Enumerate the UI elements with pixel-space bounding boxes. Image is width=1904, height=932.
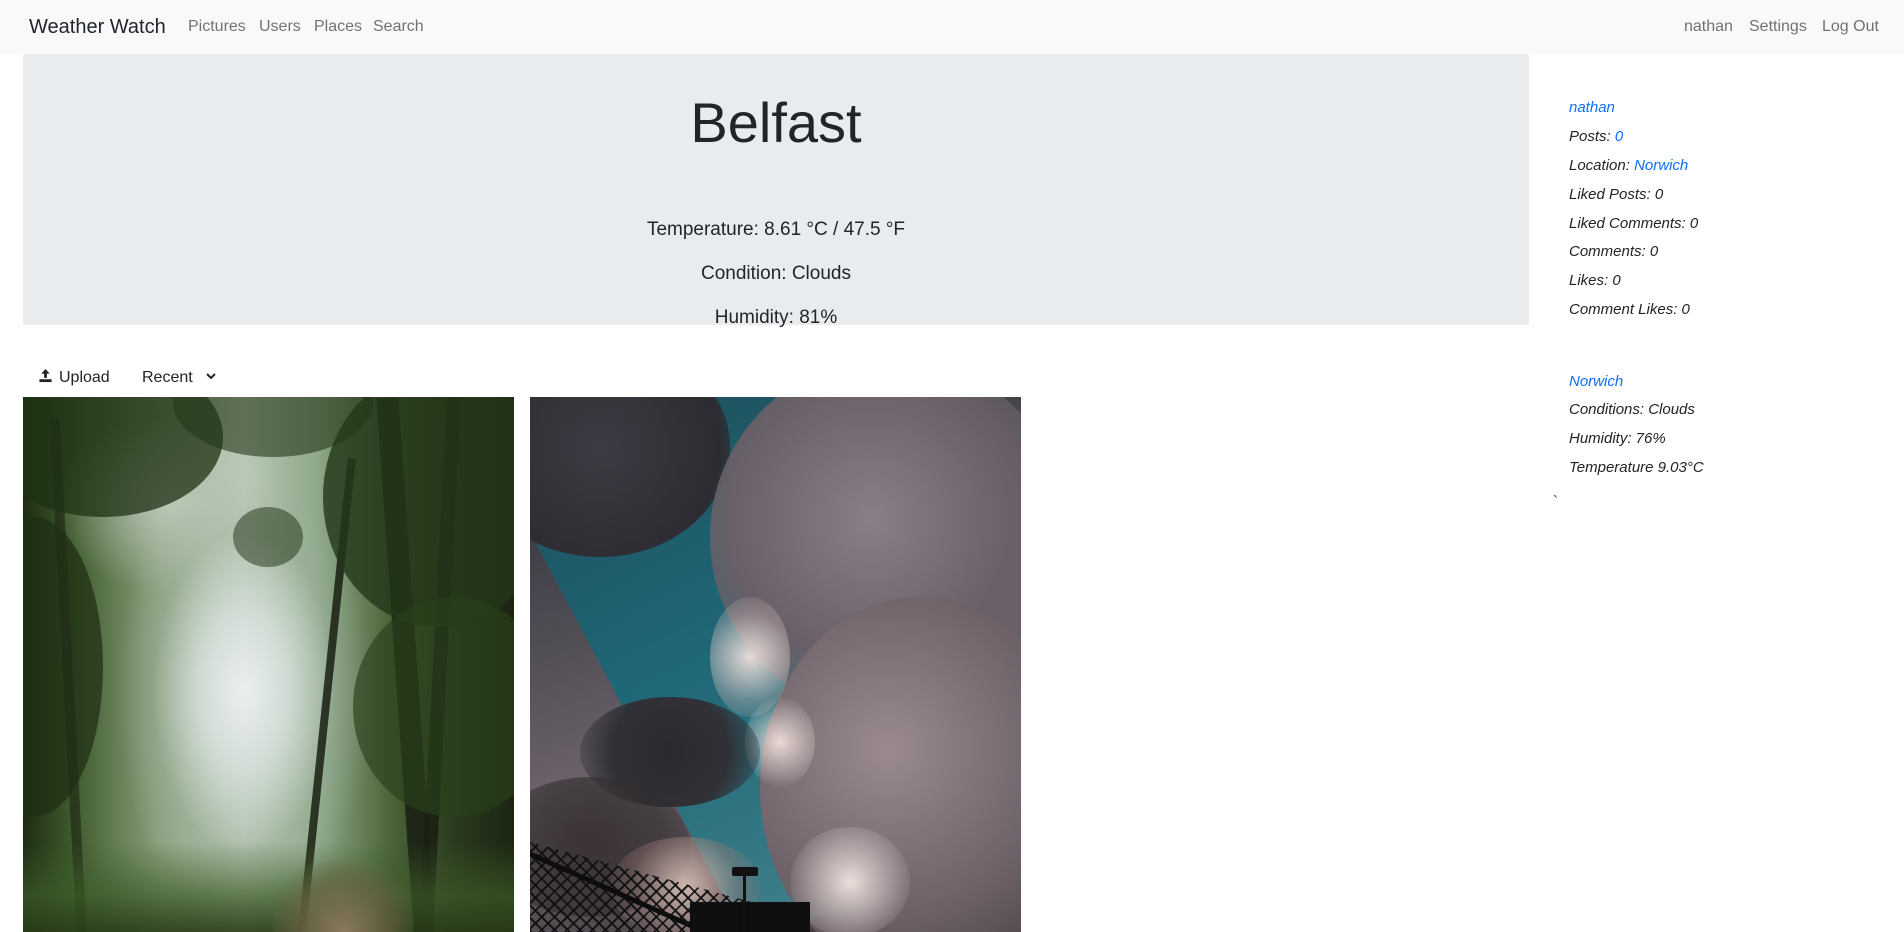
condition-text: Condition: Clouds [701,263,851,284]
likes-text: Likes: 0 [1569,272,1621,289]
brand-link[interactable]: Weather Watch [29,14,166,40]
profile-username-line: nathan [1569,98,1615,118]
home-humidity-text: Humidity: 76% [1569,430,1666,447]
posts-label: Posts: [1569,128,1611,145]
home-city-link[interactable]: Norwich [1569,373,1623,390]
temperature-text: Temperature: 8.61 °C / 47.5 °F [646,219,906,240]
picture-card-clouds[interactable] [530,397,1021,932]
profile-username-link[interactable]: nathan [1569,99,1615,116]
comment-likes-text: Comment Likes: 0 [1569,301,1690,318]
nav-link-profile[interactable]: nathan [1684,17,1733,37]
nav-link-users[interactable]: Users [259,17,301,37]
nav-link-pictures[interactable]: Pictures [188,17,246,37]
liked-comments-text: Liked Comments: 0 [1569,215,1699,232]
nav-link-search[interactable]: Search [373,17,424,37]
posts-line: Posts: 0 [1569,127,1623,147]
home-conditions-text: Conditions: Clouds [1569,401,1695,418]
nav-link-places[interactable]: Places [314,17,362,37]
comments-text: Comments: 0 [1569,243,1659,260]
weather-jumbotron: Belfast Temperature: 8.61 °C / 47.5 °F C… [23,54,1529,328]
nav-link-logout[interactable]: Log Out [1822,17,1879,37]
picture-card-forest[interactable] [23,397,514,932]
location-label: Location: [1569,157,1630,174]
upload-label: Upload [59,369,110,386]
sort-select[interactable]: Recent [142,366,217,390]
home-city-line: Norwich [1569,372,1623,392]
humidity-text: Humidity: 81% [714,307,838,328]
chevron-down-icon [205,369,217,387]
nav-link-settings[interactable]: Settings [1749,17,1807,37]
sort-selected-value: Recent [142,369,193,386]
location-line: Location: Norwich [1569,156,1688,176]
posts-count-link[interactable]: 0 [1615,128,1623,145]
location-link[interactable]: Norwich [1634,157,1688,174]
stray-backtick: ` [1553,493,1558,510]
liked-posts-text: Liked Posts: 0 [1569,186,1664,203]
upload-icon [38,368,53,388]
upload-button[interactable]: Upload [38,366,110,390]
home-temperature-text: Temperature 9.03°C [1569,459,1704,476]
navbar: Weather Watch Pictures Users Places Sear… [0,0,1904,54]
city-title: Belfast [690,91,862,154]
